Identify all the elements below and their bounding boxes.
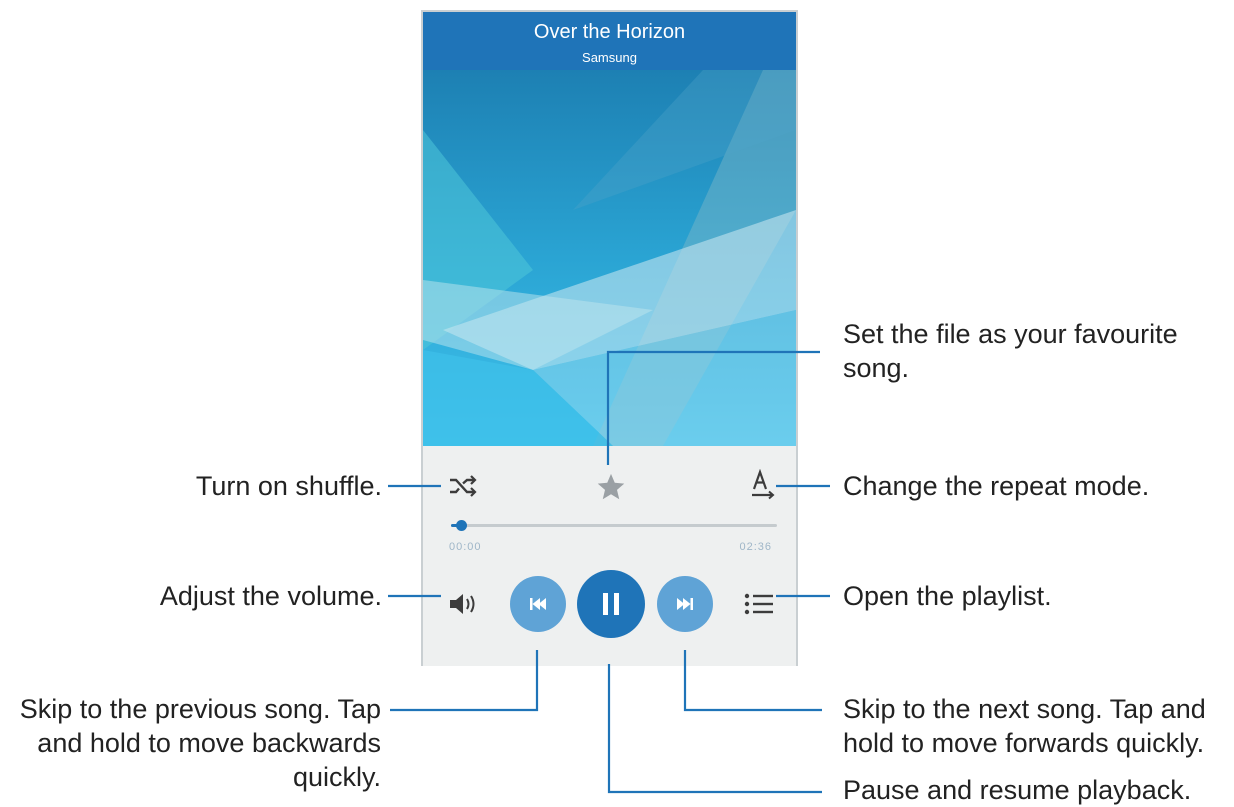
callout-leader-lines bbox=[388, 350, 830, 794]
callout-pause: Pause and resume playback. bbox=[843, 775, 1192, 805]
callout-previous: Skip to the previous song. Tap and hold … bbox=[19, 694, 381, 792]
callout-shuffle: Turn on shuffle. bbox=[195, 471, 382, 501]
callout-repeat: Change the repeat mode. bbox=[843, 471, 1150, 501]
callout-volume: Adjust the volume. bbox=[159, 581, 382, 611]
callout-next: Skip to the next song. Tap and hold to m… bbox=[843, 694, 1206, 758]
callout-favourite: Set the file as your favourite song. bbox=[843, 319, 1178, 383]
callout-playlist: Open the playlist. bbox=[843, 581, 1052, 611]
